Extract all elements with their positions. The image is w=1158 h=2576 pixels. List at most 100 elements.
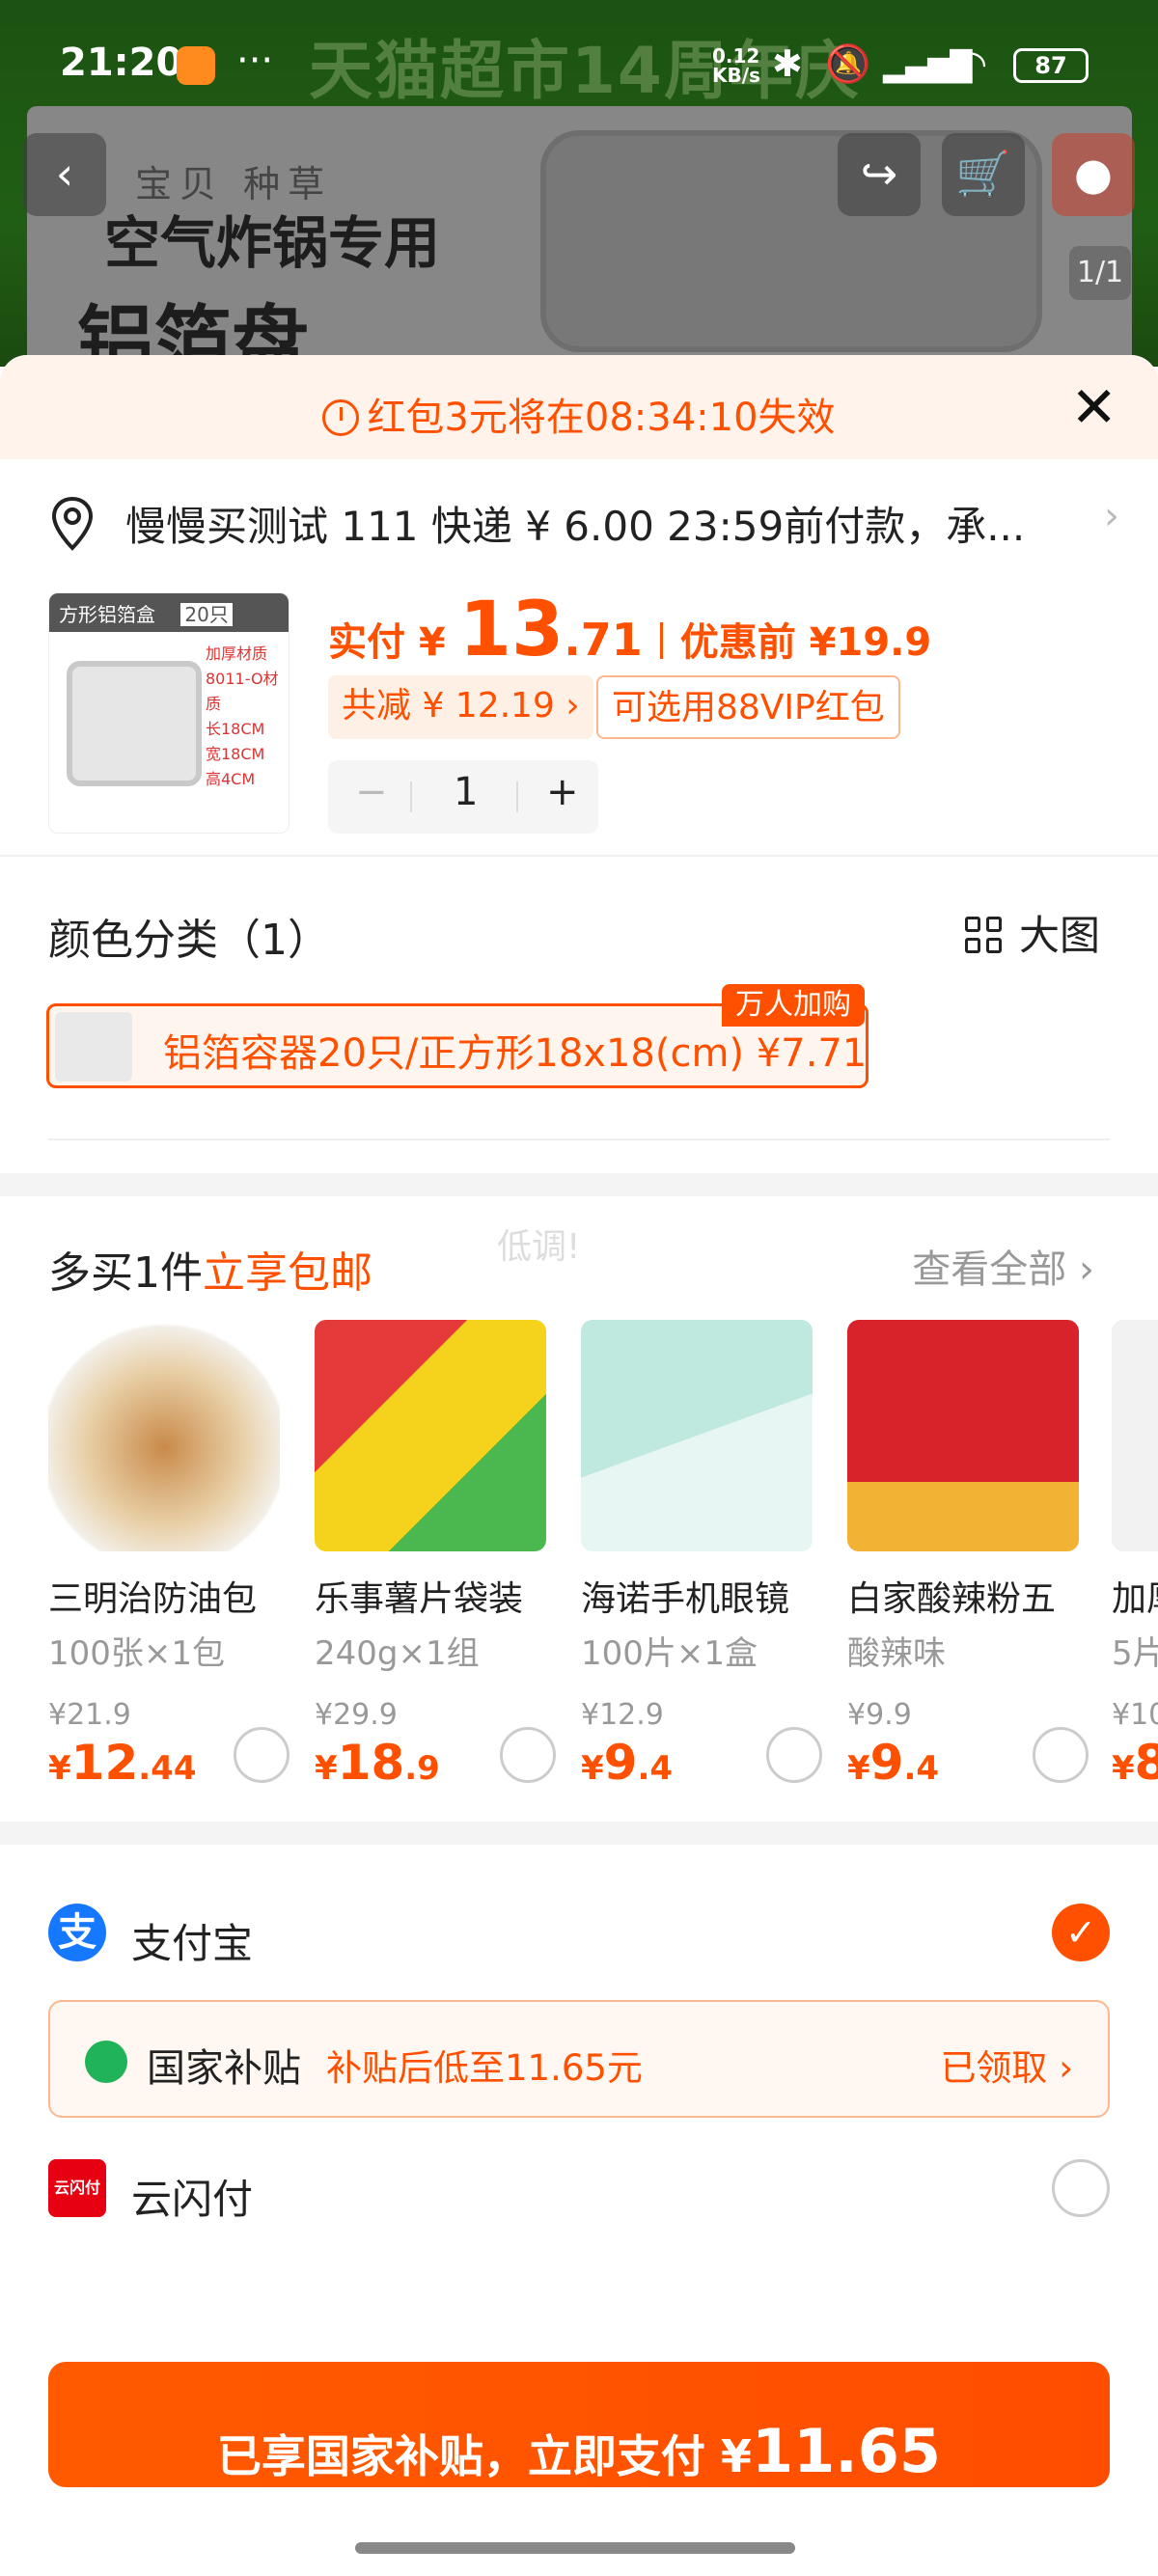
unionpay-icon: 云闪付: [48, 2159, 106, 2217]
price-divider: [659, 622, 663, 659]
current-price: ¥8: [1112, 1735, 1158, 1791]
quantity-value[interactable]: 1: [454, 770, 478, 814]
product-spec: 100片×1盒: [581, 1634, 758, 1673]
product-name: 海诺手机眼镜: [581, 1579, 790, 1619]
pay-button-label: 已享国家补贴，立即支付 ¥: [216, 2430, 752, 2482]
clock-icon: [322, 399, 360, 436]
share-icon[interactable]: ↪: [838, 133, 921, 216]
current-price: ¥9.4: [847, 1735, 940, 1791]
pay-button-amount: 11.65: [751, 2416, 942, 2486]
color-category-title: 颜色分类（1）: [48, 916, 330, 965]
checked-icon[interactable]: ✓: [1052, 1904, 1110, 1961]
actual-pay-int: 13: [458, 587, 565, 673]
close-icon[interactable]: ✕: [1070, 374, 1117, 440]
quantity-stepper: − 1 +: [328, 760, 598, 834]
addon-product-card[interactable]: 乐事薯片袋装 240g×1组 ¥29.9 ¥18.9: [315, 1320, 567, 1791]
divider: [0, 855, 1158, 857]
product-name: 三明治防油包: [48, 1579, 258, 1619]
network-speed: 0.12 KB/s: [712, 44, 760, 87]
product-spec: 240g×1组: [315, 1634, 480, 1673]
original-price: ¥12.9: [581, 1698, 664, 1732]
product-name: 加厚: [1112, 1579, 1158, 1619]
thumb-header: 方形铝箔盒: [59, 603, 155, 626]
buy-more-title: 多买1件立享包邮: [48, 1248, 372, 1298]
payment-label: 云闪付: [131, 2176, 254, 2223]
status-bar: 21:20 ··· 0.12 KB/s ✱ 🔕 ▂▄▆█ ◠ 87: [0, 0, 1158, 130]
product-spec: 5片: [1112, 1634, 1158, 1673]
chevron-right-icon: ›: [1104, 494, 1119, 538]
select-radio[interactable]: [234, 1727, 290, 1783]
wifi-icon: ◠: [955, 42, 988, 85]
subsidy-description: 补贴后低至11.65元: [326, 2047, 643, 2089]
select-radio[interactable]: [766, 1727, 822, 1783]
original-price: ¥29.9: [315, 1698, 398, 1732]
back-button[interactable]: ‹: [23, 133, 106, 216]
grid-icon: [964, 917, 1004, 955]
countdown-banner: 红包3元将在08:34:10失效 ✕: [0, 355, 1158, 459]
addon-product-card[interactable]: 白家酸辣粉五 酸辣味 ¥9.9 ¥9.4: [847, 1320, 1100, 1791]
mute-icon: 🔕: [825, 42, 871, 85]
increase-button[interactable]: +: [546, 770, 579, 814]
select-radio[interactable]: [1033, 1727, 1089, 1783]
actual-pay-label: 实付 ¥: [328, 620, 459, 665]
popular-badge: 万人加购: [722, 984, 865, 1027]
current-price: ¥9.4: [581, 1735, 674, 1791]
product-name: 白家酸辣粉五: [847, 1579, 1057, 1619]
addon-product-card[interactable]: 海诺手机眼镜 100片×1盒 ¥12.9 ¥9.4: [581, 1320, 834, 1791]
countdown-text: 红包3元将在08:34:10失效: [0, 386, 1158, 442]
product-image: [847, 1320, 1079, 1551]
address-row[interactable]: 慢慢买测试 111 快递 ¥ 6.00 23:59前付款，承... ›: [48, 490, 1119, 558]
decrease-button[interactable]: −: [355, 770, 388, 814]
price-before-discount: 优惠前 ¥19.9: [679, 620, 932, 665]
thumb-count: 20只: [180, 603, 233, 626]
section-gap: [0, 1822, 1158, 1845]
actual-pay-dec: .71: [564, 614, 643, 666]
product-image: [1112, 1320, 1158, 1551]
variant-label: 铝箔容器20只/正方形18x18(cm) ¥7.71: [163, 1031, 868, 1076]
home-indicator[interactable]: [355, 2542, 795, 2554]
subsidy-status[interactable]: 已领取 ›: [940, 2039, 1073, 2091]
faded-watermark: 低调!: [497, 1227, 581, 1267]
discount-chip[interactable]: 共减 ¥ 12.19 ›: [328, 675, 593, 739]
battery-icon: 87: [1013, 48, 1089, 83]
select-radio[interactable]: [500, 1727, 556, 1783]
original-price: ¥10: [1112, 1698, 1158, 1732]
product-spec: 100张×1包: [48, 1634, 226, 1673]
original-price: ¥21.9: [48, 1698, 131, 1732]
product-name: 乐事薯片袋装: [315, 1579, 524, 1619]
more-notifications-icon: ···: [236, 39, 274, 83]
pay-now-button[interactable]: 已享国家补贴，立即支付 ¥11.65: [48, 2362, 1110, 2487]
menu-icon[interactable]: ●: [1052, 133, 1135, 216]
alipay-icon: 支: [48, 1904, 106, 1961]
vip-redpacket-chip[interactable]: 可选用88VIP红包: [596, 675, 900, 739]
divider: [48, 1138, 1110, 1140]
payment-option-alipay[interactable]: 支 支付宝 ✓: [48, 1904, 1110, 1971]
product-image: [48, 1320, 280, 1551]
addon-product-card[interactable]: 三明治防油包 100张×1包 ¥21.9 ¥12.44: [48, 1320, 301, 1791]
section-gap: [0, 1173, 1158, 1196]
current-price: ¥12.44: [48, 1735, 197, 1791]
tray-thumbnail: [67, 661, 202, 786]
bluetooth-icon: ✱: [772, 42, 803, 85]
current-price: ¥18.9: [315, 1735, 440, 1791]
thumb-notes: 加厚材质 8011-O材质 长18CM 宽18CM 高4CM: [206, 644, 279, 788]
cart-icon[interactable]: 🛒: [942, 133, 1025, 216]
big-view-toggle[interactable]: 大图: [964, 903, 1100, 962]
location-pin-icon: [51, 496, 94, 551]
subsidy-icon: [85, 2041, 127, 2083]
product-image: [581, 1320, 813, 1551]
variant-thumbnail: [55, 1012, 132, 1082]
subsidy-title: 国家补贴: [147, 2046, 301, 2091]
payment-label: 支付宝: [131, 1920, 254, 1967]
payment-option-unionpay[interactable]: 云闪付 云闪付: [48, 2159, 1110, 2227]
national-subsidy-card[interactable]: 国家补贴 补贴后低至11.65元 已领取 ›: [48, 2000, 1110, 2118]
view-all-link[interactable]: 查看全部 ›: [912, 1238, 1094, 1294]
checkout-sheet: 红包3元将在08:34:10失效 ✕ 慢慢买测试 111 快递 ¥ 6.00 2…: [0, 355, 1158, 2576]
app-notification-icon: [177, 46, 215, 85]
unchecked-radio[interactable]: [1052, 2159, 1110, 2217]
product-thumbnail[interactable]: 方形铝箔盒 20只 加厚材质 8011-O材质 长18CM 宽18CM 高4CM: [48, 592, 290, 834]
image-pager: 1/1: [1069, 246, 1131, 300]
addon-product-card[interactable]: 加厚 5片 ¥10 ¥8: [1112, 1320, 1158, 1791]
original-price: ¥9.9: [847, 1698, 912, 1732]
product-image: [315, 1320, 546, 1551]
